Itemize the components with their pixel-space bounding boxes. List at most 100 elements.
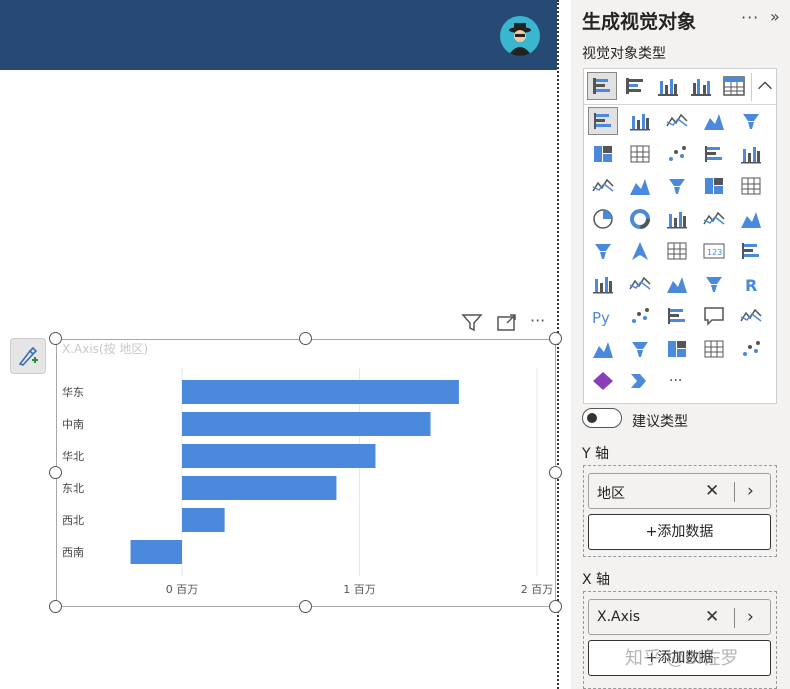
- resize-handle-top[interactable]: [299, 332, 312, 345]
- qa-icon[interactable]: [699, 302, 729, 330]
- donut-chart-icon[interactable]: [625, 205, 655, 233]
- bar-chart-svg: 0 百万 1 百万 2 百万 华东中南华北东北西北西南: [62, 368, 554, 596]
- slicer-icon[interactable]: [625, 270, 655, 298]
- x-axis-field-pill[interactable]: X.Axis ✕ ›: [588, 599, 771, 635]
- expand-field-icon[interactable]: ›: [747, 481, 754, 501]
- suggest-type-label: 建议类型: [632, 414, 688, 430]
- clustered-column-chart-icon[interactable]: [686, 72, 716, 100]
- y-axis-field-name: 地区: [597, 486, 625, 502]
- treemap-icon[interactable]: [662, 205, 692, 233]
- bar-华北[interactable]: [182, 444, 376, 468]
- line-column-icon[interactable]: [736, 140, 766, 168]
- avatar-icon: [508, 23, 532, 56]
- line-chart-icon[interactable]: [625, 140, 655, 168]
- power-apps-diamond-icon[interactable]: [588, 367, 618, 395]
- smart-narrative-icon[interactable]: [736, 302, 766, 330]
- visual-title: X.Axis(按 地区): [62, 342, 149, 356]
- visual-header-toolbar: ···: [458, 311, 556, 337]
- stacked-bar-chart-icon[interactable]: [587, 72, 617, 100]
- gallery-collapse-icon[interactable]: [754, 72, 776, 100]
- multi-row-card-icon[interactable]: [736, 237, 766, 265]
- y-axis-add-data-button[interactable]: +添加数据: [588, 514, 771, 550]
- bar-华东[interactable]: [182, 380, 459, 404]
- stacked-column-chart-icon[interactable]: [653, 72, 683, 100]
- 100-stacked-bar-icon[interactable]: [736, 107, 766, 135]
- svg-text:123: 123: [707, 248, 722, 257]
- area-chart-icon[interactable]: [662, 140, 692, 168]
- filled-map-icon[interactable]: [736, 205, 766, 233]
- 100-stacked-column-icon[interactable]: [588, 140, 618, 168]
- y-axis-field-pill[interactable]: 地区 ✕ ›: [588, 473, 771, 509]
- x-tick-label: 0 百万: [166, 583, 199, 596]
- pill-divider: [734, 608, 735, 628]
- x-tick-label: 1 百万: [343, 583, 376, 596]
- more-visuals-icon[interactable]: ···: [662, 367, 692, 395]
- ribbon-chart-icon[interactable]: [625, 172, 655, 200]
- x-axis-field-name: X.Axis: [597, 609, 641, 625]
- chevron-visual-icon[interactable]: [625, 367, 655, 395]
- card-icon[interactable]: 123: [699, 237, 729, 265]
- collapse-pane-icon[interactable]: »: [770, 7, 780, 26]
- user-avatar[interactable]: [500, 16, 540, 56]
- report-header-bar: [0, 0, 557, 70]
- stacked-area-icon[interactable]: [699, 140, 729, 168]
- format-visual-button[interactable]: [10, 338, 46, 374]
- pie-chart-icon[interactable]: [588, 205, 618, 233]
- remove-field-icon[interactable]: ✕: [705, 607, 719, 627]
- decomposition-tree-icon[interactable]: [662, 302, 692, 330]
- pane-more-options-icon[interactable]: ···: [741, 8, 759, 27]
- line-clustered-column-icon[interactable]: [588, 172, 618, 200]
- goals-icon[interactable]: [588, 335, 618, 363]
- bar-中南[interactable]: [182, 412, 431, 436]
- stacked-column-icon[interactable]: [625, 107, 655, 135]
- gallery-recent-row: [584, 69, 776, 105]
- funnel-chart-icon[interactable]: [699, 172, 729, 200]
- azure-map-icon[interactable]: [625, 237, 655, 265]
- suggest-type-toggle[interactable]: [582, 408, 622, 428]
- paginated-report-icon[interactable]: [625, 335, 655, 363]
- more-options-icon[interactable]: ···: [530, 311, 545, 330]
- r-visual-icon[interactable]: R: [736, 270, 766, 298]
- y-category-label: 华东: [62, 385, 84, 399]
- svg-text:R: R: [745, 276, 757, 295]
- matrix-icon[interactable]: [699, 270, 729, 298]
- x-tick-label: 2 百万: [521, 583, 554, 596]
- remove-field-icon[interactable]: ✕: [705, 481, 719, 501]
- resize-handle-top-left[interactable]: [49, 332, 62, 345]
- watermark-text: 知乎 @BI佐罗: [625, 648, 739, 669]
- resize-handle-top-right[interactable]: [549, 332, 562, 345]
- expand-field-icon[interactable]: ›: [747, 607, 754, 627]
- y-category-label: 西北: [62, 514, 84, 527]
- clustered-bar-icon[interactable]: [662, 107, 692, 135]
- shape-map-icon[interactable]: [588, 237, 618, 265]
- table-icon[interactable]: [662, 270, 692, 298]
- power-automate-icon[interactable]: [699, 335, 729, 363]
- bar-西北[interactable]: [182, 508, 225, 532]
- y-category-label: 华北: [62, 449, 84, 463]
- svg-text:Py: Py: [592, 309, 610, 327]
- clustered-bar-chart-icon[interactable]: [620, 72, 650, 100]
- visual-type-gallery: 123 R Py ···: [583, 68, 777, 404]
- scatter-chart-icon[interactable]: [736, 172, 766, 200]
- format-brush-icon: [18, 346, 38, 366]
- y-category-label: 中南: [62, 418, 84, 431]
- map-icon[interactable]: [699, 205, 729, 233]
- arcgis-map-icon[interactable]: [736, 335, 766, 363]
- kpi-icon[interactable]: [588, 270, 618, 298]
- python-visual-icon[interactable]: Py: [588, 302, 618, 330]
- y-category-label: 西南: [62, 546, 84, 559]
- stacked-bar-icon[interactable]: [588, 107, 618, 135]
- gauge-icon[interactable]: [662, 237, 692, 265]
- clustered-column-icon[interactable]: [699, 107, 729, 135]
- table-visual-icon[interactable]: [719, 72, 749, 100]
- gallery-divider: [751, 73, 752, 101]
- bar-东北[interactable]: [182, 476, 337, 500]
- focus-mode-icon[interactable]: [496, 313, 518, 337]
- waterfall-chart-icon[interactable]: [662, 172, 692, 200]
- x-axis-label: X 轴: [582, 572, 611, 588]
- bar-西南[interactable]: [130, 540, 182, 564]
- filter-icon[interactable]: [461, 313, 483, 337]
- visual-types-label: 视觉对象类型: [582, 46, 666, 62]
- power-apps-icon[interactable]: [662, 335, 692, 363]
- key-influencers-icon[interactable]: [625, 302, 655, 330]
